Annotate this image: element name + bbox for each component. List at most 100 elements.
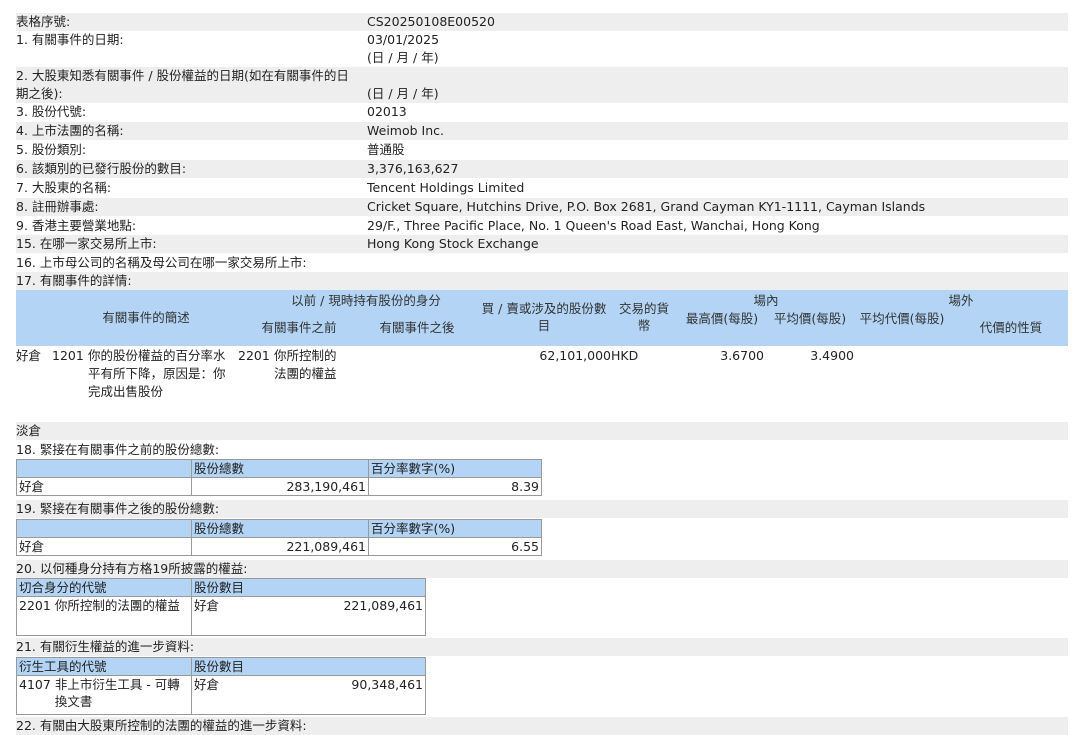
header-event-desc: 有關事件的簡述 — [102, 310, 190, 325]
s20-header-code: 切合身分的代號 — [16, 578, 192, 597]
s21-position: 好倉 — [194, 677, 220, 692]
s20-code: 2201 — [19, 598, 51, 613]
s21-title: 21. 有關衍生權益的進一步資料: — [16, 639, 195, 654]
details-row: 好倉 1201 你的股份權益的百分率水平有所下降，原因是：你完成出售股份 220… — [16, 347, 1068, 421]
form-row-share-class: 5. 股份類別: 普通股 — [16, 141, 1068, 159]
header-consideration-nature: 代價的性質 — [979, 320, 1043, 335]
s20-desc: 你所控制的法團的權益 — [54, 598, 180, 613]
issued-shares-value: 3,376,163,627 — [367, 161, 459, 176]
short-position-row: 淡倉 — [16, 422, 1068, 440]
serial-value: CS20250108E00520 — [367, 14, 495, 29]
header-highest-price: 最高價(每股) — [685, 311, 759, 326]
form-row-aware-date: 2. 大股東知悉有關事件 / 股份權益的日期(如在有關事件的日期之後): (日 … — [16, 67, 1068, 103]
s18-title: 18. 緊接在有關事件之前的股份總數: — [16, 442, 220, 457]
s19-header-total: 股份總數 — [191, 519, 369, 538]
s20-header-shares: 股份數目 — [191, 578, 426, 597]
s21-code: 4107 — [19, 677, 51, 692]
s21-title-row: 21. 有關衍生權益的進一步資料: — [16, 638, 1068, 656]
s21-desc: 非上市衍生工具 - 可轉換文書 — [54, 677, 180, 709]
details-title: 17. 有關事件的詳情: — [16, 273, 132, 288]
header-currency: 交易的貨幣 — [618, 301, 669, 333]
s18-header-pct: 百分率數字(%) — [368, 459, 542, 478]
detail-event-desc: 你的股份權益的百分率水平有所下降，原因是：你完成出售股份 — [88, 348, 226, 399]
header-average-price: 平均價(每股) — [773, 311, 847, 326]
event-date-label: 1. 有關事件的日期: — [16, 32, 124, 47]
short-position-label: 淡倉 — [16, 423, 42, 438]
form-row-serial: 表格序號: CS20250108E00520 — [16, 13, 1068, 31]
details-table-header: 有關事件的簡述 以前 / 現時持有股份的身分 有關事件之前 有關事件之後 買 /… — [16, 290, 1068, 346]
header-capacity: 以前 / 現時持有股份的身分 — [291, 293, 441, 308]
form-row-stock-code: 3. 股份代號: 02013 — [16, 103, 1068, 121]
header-shares: 買 / 賣或涉及的股份數目 — [481, 301, 607, 333]
s21-header-shares: 股份數目 — [191, 657, 426, 676]
s19-table: 股份總數 百分率數字(%) 好倉 221,089,461 6.55 — [16, 519, 542, 556]
s20-table: 切合身分的代號 股份數目 2201 你所控制的法團的權益 好倉 221,089,… — [16, 578, 426, 636]
issuer-label: 4. 上市法團的名稱: — [16, 123, 124, 138]
registered-office-label: 8. 註冊辦事處: — [16, 199, 99, 214]
detail-capacity-code: 2201 — [238, 348, 270, 363]
form-row-issued-shares: 6. 該類別的已發行股份的數目: 3,376,163,627 — [16, 160, 1068, 178]
s22-title: 22. 有關由大股東所控制的法團的權益的進一步資料: — [16, 718, 307, 733]
s19-total: 221,089,461 — [191, 537, 369, 556]
hk-office-value: 29/F., Three Pacific Place, No. 1 Queen'… — [367, 218, 820, 233]
issuer-value: Weimob Inc. — [367, 123, 444, 138]
header-before: 有關事件之前 — [261, 320, 337, 335]
header-on-exchange: 場內 — [753, 293, 779, 308]
s20-code-cell: 2201 你所控制的法團的權益 — [16, 596, 192, 636]
serial-label: 表格序號: — [16, 14, 71, 29]
s20-title-row: 20. 以何種身分持有方格19所披露的權益: — [16, 560, 1068, 578]
s21-shares: 90,348,461 — [351, 677, 423, 692]
holder-name-label: 7. 大股東的名稱: — [16, 180, 112, 195]
s21-shares-cell: 好倉 90,348,461 — [191, 675, 426, 715]
holder-name-value: Tencent Holdings Limited — [367, 180, 525, 195]
issued-shares-label: 6. 該類別的已發行股份的數目: — [16, 161, 187, 176]
s20-shares-cell: 好倉 221,089,461 — [191, 596, 426, 636]
s18-title-row: 18. 緊接在有關事件之前的股份總數: — [16, 441, 1068, 459]
s21-header-code: 衍生工具的代號 — [16, 657, 192, 676]
stock-code-label: 3. 股份代號: — [16, 104, 87, 119]
form-row-details-title: 17. 有關事件的詳情: — [16, 272, 1068, 290]
s19-row-label: 好倉 — [16, 537, 192, 556]
s19-title: 19. 緊接在有關事件之後的股份總數: — [16, 501, 220, 516]
event-date-value: 03/01/2025 — [367, 32, 440, 47]
detail-capacity-desc: 你所控制的法團的權益 — [274, 348, 337, 381]
s18-header-total: 股份總數 — [191, 459, 369, 478]
form-row-hk-office: 9. 香港主要營業地點: 29/F., Three Pacific Place,… — [16, 217, 1068, 235]
header-average-consideration: 平均代價(每股) — [859, 311, 945, 326]
aware-date-label: 2. 大股東知悉有關事件 / 股份權益的日期(如在有關事件的日期之後): — [16, 68, 349, 101]
detail-highest-price: 3.6700 — [720, 348, 764, 363]
header-off-exchange: 場外 — [948, 293, 974, 308]
s19-header-blank — [16, 519, 192, 538]
s21-table: 衍生工具的代號 股份數目 4107 非上市衍生工具 - 可轉換文書 好倉 90,… — [16, 657, 426, 715]
s18-row-label: 好倉 — [16, 477, 192, 496]
detail-event-code: 1201 — [52, 348, 84, 363]
hk-office-label: 9. 香港主要營業地點: — [16, 218, 137, 233]
event-date-format: (日 / 月 / 年) — [367, 50, 439, 65]
form-row-issuer: 4. 上市法團的名稱: Weimob Inc. — [16, 122, 1068, 140]
parent-label: 16. 上市母公司的名稱及母公司在哪一家交易所上市: — [16, 255, 307, 270]
s18-table: 股份總數 百分率數字(%) 好倉 283,190,461 8.39 — [16, 459, 542, 496]
s21-code-cell: 4107 非上市衍生工具 - 可轉換文書 — [16, 675, 192, 715]
s18-total: 283,190,461 — [191, 477, 369, 496]
form-row-holder-name: 7. 大股東的名稱: Tencent Holdings Limited — [16, 179, 1068, 197]
form-row-registered-office: 8. 註冊辦事處: Cricket Square, Hutchins Drive… — [16, 198, 1068, 216]
detail-average-price: 3.4900 — [810, 348, 854, 363]
s18-pct: 8.39 — [368, 477, 542, 496]
share-class-label: 5. 股份類別: — [16, 142, 87, 157]
s18-header-blank — [16, 459, 192, 478]
form-row-event-date: 1. 有關事件的日期: 03/01/2025 (日 / 月 / 年) — [16, 31, 1068, 67]
aware-date-format: (日 / 月 / 年) — [367, 86, 439, 101]
header-after: 有關事件之後 — [379, 320, 455, 335]
s19-title-row: 19. 緊接在有關事件之後的股份總數: — [16, 500, 1068, 518]
form-row-exchange: 15. 在哪一家交易所上市: Hong Kong Stock Exchange — [16, 235, 1068, 253]
s19-pct: 6.55 — [368, 537, 542, 556]
exchange-value: Hong Kong Stock Exchange — [367, 236, 539, 251]
s20-shares: 221,089,461 — [343, 598, 423, 613]
detail-position: 好倉 — [16, 348, 42, 363]
s19-header-pct: 百分率數字(%) — [368, 519, 542, 538]
share-class-value: 普通股 — [367, 142, 405, 157]
stock-code-value: 02013 — [367, 104, 407, 119]
s20-position: 好倉 — [194, 598, 220, 613]
exchange-label: 15. 在哪一家交易所上市: — [16, 236, 157, 251]
detail-shares: 62,101,000 — [539, 348, 611, 363]
